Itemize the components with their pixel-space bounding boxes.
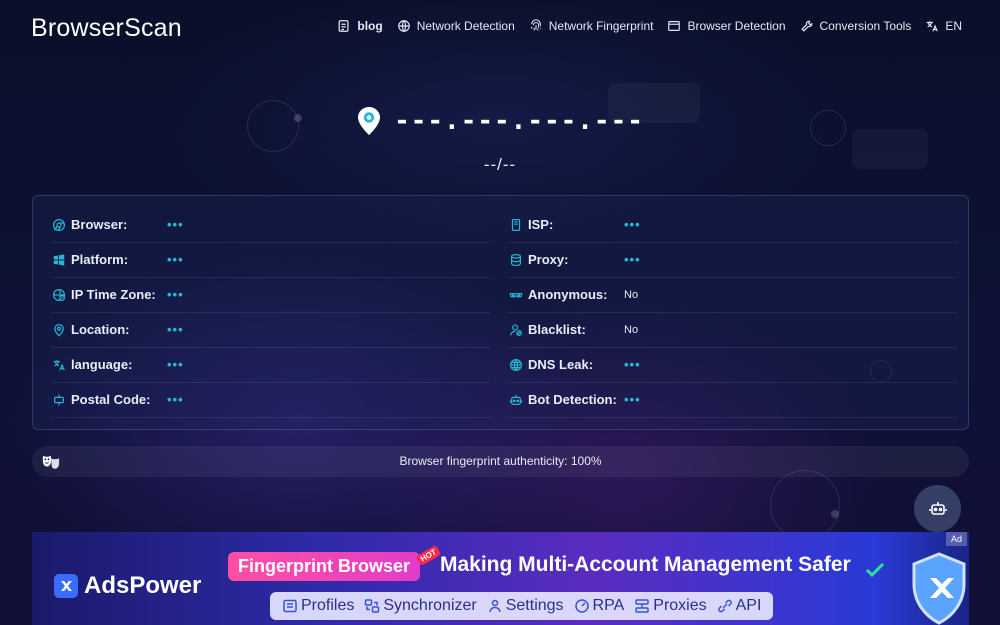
ad-feature: API [717,597,761,615]
language-icon [53,359,65,370]
proxy-value: ••• [624,252,641,267]
info-row-platform: Platform: [52,242,128,277]
browserscan-logo[interactable]: BrowserScan [31,14,182,43]
location-icon [54,323,64,337]
robot-icon [509,394,523,405]
location-value: ••• [167,322,184,337]
dns-leak-value: ••• [624,357,641,372]
info-row-postal-code: Postal Code: [52,382,150,417]
info-row-isp: ISP: [509,207,553,242]
robot-icon [928,501,947,515]
info-row-location: Location: [52,312,130,347]
postal-code-value: ••• [167,392,184,407]
row-divider [507,417,957,418]
proxies-icon [635,599,650,613]
ad-tag: Ad [945,532,967,546]
fingerprint-authenticity-bar[interactable]: Browser fingerprint authenticity: 100% [32,446,969,477]
browser-window-icon [668,21,681,31]
location-pin-icon [358,107,381,135]
postal-icon [54,394,64,405]
info-row-anonymous: Anonymous: [509,277,607,312]
ad-feature: Synchronizer [364,597,477,615]
settings-icon [488,599,501,613]
info-row-language: language: [52,347,132,382]
platform-value: ••• [167,252,184,267]
bot-detection-value: ••• [624,392,641,407]
translate-icon [927,21,939,32]
api-icon [717,599,732,613]
mask-icon [509,292,523,297]
site-header: BrowserScan blog Network Detection Netwo… [0,0,1000,56]
row-divider [507,242,957,243]
ad-pill: Fingerprint Browser [228,552,421,581]
hot-badge: HOT [415,545,442,566]
info-row-ip-time-zone: IP Time Zone: [52,277,156,312]
profiles-icon [283,599,297,613]
windows-icon [53,253,65,266]
check-icon [865,562,885,578]
adspower-logo-icon [54,574,78,598]
ad-feature: Settings [487,597,564,615]
user-block-icon [510,323,522,336]
decor-dot [831,510,839,518]
info-row-browser: Browser: [52,207,127,242]
language-switcher[interactable]: EN [925,19,962,33]
dns-globe-icon [510,358,522,371]
language-value: ••• [167,357,184,372]
globe-icon [397,20,410,32]
shield-icon [912,552,966,625]
synchronizer-icon [365,599,380,613]
nav-blog[interactable]: blog [337,19,383,33]
rpa-icon [574,599,589,613]
nav-network-detection[interactable]: Network Detection [397,19,515,33]
info-row-proxy: Proxy: [509,242,568,277]
info-row-bot-detection: Bot Detection: [509,382,617,417]
isp-device-icon [511,218,521,231]
adspower-ad-banner[interactable]: Ad AdsPower Fingerprint Browser HOT Maki… [32,532,969,625]
ad-feature: RPA [574,597,624,615]
info-row-dns-leak: DNS Leak: [509,347,593,382]
chat-bot-button[interactable] [914,485,961,532]
ip-timezone: --/-- [483,155,517,174]
isp-value: ••• [624,217,641,232]
ip-address: ---.---.---.--- [394,106,644,136]
ip-info-card: Browser: ••• Platform: ••• IP Time Zone:… [32,195,969,430]
wrench-icon [800,20,812,32]
nav-browser-detection[interactable]: Browser Detection [667,19,786,33]
fingerprint-icon [530,19,541,31]
row-divider [51,417,491,418]
blog-icon [338,20,349,32]
database-icon [511,253,521,266]
nav-network-fingerprint[interactable]: Network Fingerprint [529,19,653,33]
main-nav: blog Network Detection Network Fingerpri… [323,19,962,33]
browser-value: ••• [167,217,184,232]
ad-feature: Profiles [282,597,354,615]
ip-time-zone-value: ••• [167,287,184,302]
ad-headline: Making Multi-Account Management Safer [440,553,851,576]
decor-circle [770,470,840,540]
ad-feature-list: Profiles Synchronizer Settings RPA Proxi… [270,592,774,620]
chrome-icon [52,218,66,231]
authenticity-text: Browser fingerprint authenticity: 100% [399,454,602,468]
ip-display: ---.---.---.--- [0,106,1000,136]
globe-clock-icon [52,288,66,301]
anonymous-value: No [624,289,639,301]
blacklist-value: No [624,324,639,336]
ad-feature: Proxies [634,597,707,615]
nav-conversion-tools[interactable]: Conversion Tools [800,19,911,33]
info-row-blacklist: Blacklist: [509,312,586,347]
adspower-logo: AdsPower [54,572,201,600]
